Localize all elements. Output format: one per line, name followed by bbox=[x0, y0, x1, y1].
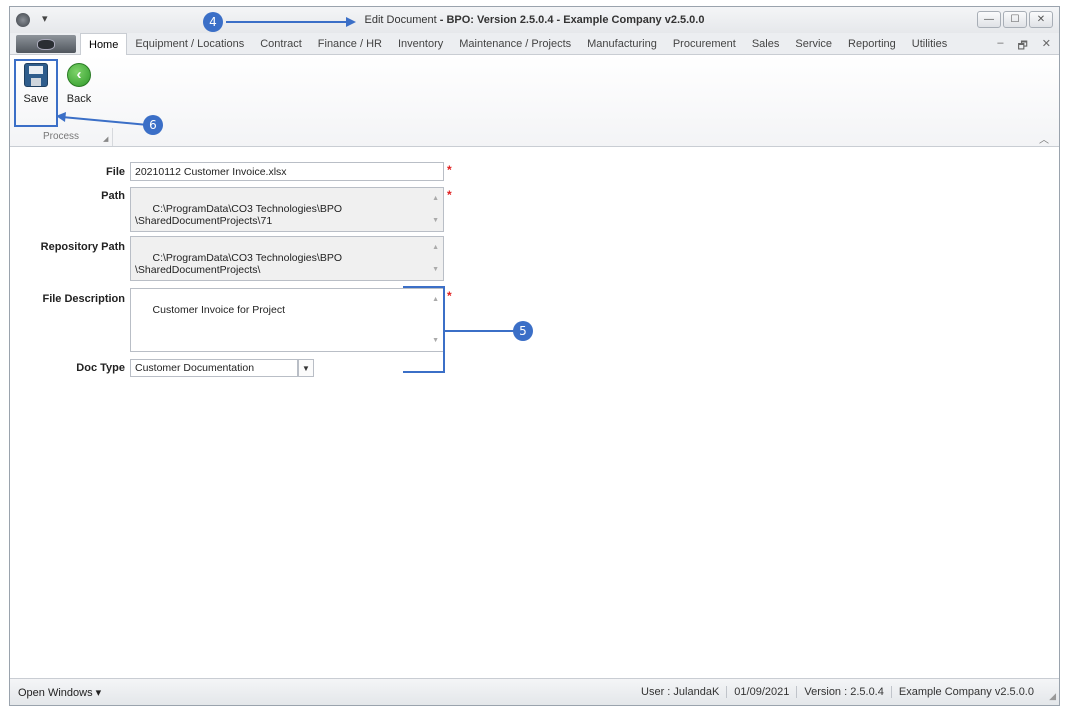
ribbon-panel: Save ‹ Back Process ◢ ︿ bbox=[10, 55, 1059, 147]
maximize-button[interactable]: ☐ bbox=[1003, 11, 1027, 28]
mdi-restore-button[interactable]: 🗗 bbox=[1017, 37, 1027, 56]
status-info: User : JulandaK 01/09/2021 Version : 2.5… bbox=[634, 686, 1041, 698]
file-description-required-mark: * bbox=[447, 289, 452, 303]
mdi-controls: – 🗗 ✕ bbox=[997, 37, 1051, 56]
file-description-value: Customer Invoice for Project bbox=[152, 304, 285, 316]
file-description-label: File Description bbox=[42, 293, 125, 305]
status-bar: Open Windows ▾ User : JulandaK 01/09/202… bbox=[10, 678, 1059, 705]
repository-path-value: C:\ProgramData\CO3 Technologies\BPO \Sha… bbox=[135, 252, 342, 276]
tab-procurement[interactable]: Procurement bbox=[665, 33, 744, 55]
collapse-ribbon-icon[interactable]: ︿ bbox=[1039, 131, 1049, 146]
tab-reporting[interactable]: Reporting bbox=[840, 33, 904, 55]
mdi-minimize-button[interactable]: – bbox=[997, 37, 1003, 56]
tab-utilities[interactable]: Utilities bbox=[904, 33, 955, 55]
tab-service[interactable]: Service bbox=[787, 33, 840, 55]
scroll-up-icon[interactable]: ▲ bbox=[432, 193, 439, 205]
doc-type-select[interactable]: Customer Documentation bbox=[130, 359, 298, 377]
repository-path-label: Repository Path bbox=[40, 241, 125, 253]
tab-home[interactable]: Home bbox=[80, 33, 128, 56]
ribbon-tabs: Home Equipment / Locations Contract Fina… bbox=[80, 33, 955, 56]
window-controls: — ☐ ✕ bbox=[977, 11, 1053, 28]
window-title: Edit Document - BPO: Version 2.5.0.4 - E… bbox=[10, 14, 1059, 26]
callout-badge-5: 5 bbox=[513, 321, 533, 341]
doc-type-label: Doc Type bbox=[76, 362, 125, 374]
group-launcher-icon[interactable]: ◢ bbox=[103, 135, 108, 143]
tab-contract[interactable]: Contract bbox=[252, 33, 310, 55]
back-button-label: Back bbox=[66, 93, 92, 105]
app-gem-icon bbox=[37, 38, 55, 50]
application-menu-button[interactable] bbox=[16, 35, 76, 53]
file-label: File bbox=[106, 166, 125, 178]
tab-inventory[interactable]: Inventory bbox=[390, 33, 451, 55]
scroll-down-icon[interactable]: ▼ bbox=[432, 215, 439, 227]
ribbon-group-process: Process bbox=[10, 128, 113, 146]
path-required-mark: * bbox=[447, 188, 452, 202]
repository-path-field[interactable]: C:\ProgramData\CO3 Technologies\BPO \Sha… bbox=[130, 236, 444, 281]
tab-equipment-locations[interactable]: Equipment / Locations bbox=[127, 33, 252, 55]
path-label: Path bbox=[101, 190, 125, 202]
callout-badge-6: 6 bbox=[143, 115, 163, 135]
file-field[interactable]: 20210112 Customer Invoice.xlsx bbox=[130, 162, 444, 181]
app-window: ▾ Edit Document - BPO: Version 2.5.0.4 -… bbox=[9, 6, 1060, 706]
minimize-button[interactable]: — bbox=[977, 11, 1001, 28]
back-arrow-icon: ‹ bbox=[67, 63, 91, 87]
open-windows-menu[interactable]: Open Windows ▾ bbox=[18, 686, 101, 699]
scroll-up-icon[interactable]: ▲ bbox=[432, 242, 439, 254]
window-title-main: - BPO: Version 2.5.0.4 - Example Company… bbox=[436, 14, 705, 26]
status-version: Version : 2.5.0.4 bbox=[796, 686, 891, 698]
window-title-prefix: Edit Document bbox=[364, 14, 437, 26]
file-required-mark: * bbox=[447, 163, 452, 177]
chevron-down-icon[interactable]: ▼ bbox=[298, 359, 314, 377]
scroll-up-icon[interactable]: ▲ bbox=[432, 294, 439, 306]
path-field[interactable]: C:\ProgramData\CO3 Technologies\BPO \Sha… bbox=[130, 187, 444, 232]
tab-finance-hr[interactable]: Finance / HR bbox=[310, 33, 390, 55]
tab-manufacturing[interactable]: Manufacturing bbox=[579, 33, 665, 55]
status-date: 01/09/2021 bbox=[726, 686, 796, 698]
back-button[interactable]: ‹ Back bbox=[59, 59, 99, 105]
status-company: Example Company v2.5.0.0 bbox=[890, 686, 1041, 698]
scroll-down-icon[interactable]: ▼ bbox=[432, 264, 439, 276]
save-highlight-box bbox=[14, 59, 58, 127]
ribbon-tab-row: Home Equipment / Locations Contract Fina… bbox=[10, 33, 1059, 56]
tab-maintenance-projects[interactable]: Maintenance / Projects bbox=[451, 33, 579, 55]
mdi-close-button[interactable]: ✕ bbox=[1042, 37, 1051, 56]
callout-badge-4: 4 bbox=[203, 12, 223, 32]
close-button[interactable]: ✕ bbox=[1029, 11, 1053, 28]
title-bar: ▾ Edit Document - BPO: Version 2.5.0.4 -… bbox=[10, 7, 1059, 33]
path-value: C:\ProgramData\CO3 Technologies\BPO \Sha… bbox=[135, 203, 342, 227]
tab-sales[interactable]: Sales bbox=[744, 33, 788, 55]
resize-grip-icon[interactable]: ◢ bbox=[1049, 691, 1056, 702]
file-description-field[interactable]: Customer Invoice for Project ▲ ▼ bbox=[130, 288, 444, 352]
status-user: User : JulandaK bbox=[641, 686, 720, 698]
scroll-down-icon[interactable]: ▼ bbox=[432, 335, 439, 347]
